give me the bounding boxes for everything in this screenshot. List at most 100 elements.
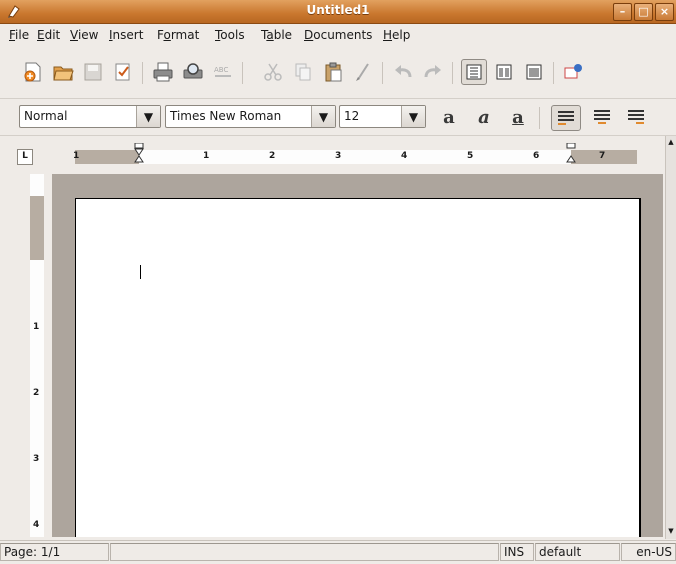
insert-mode[interactable]: INS bbox=[500, 543, 534, 561]
bold-button[interactable]: a bbox=[435, 105, 463, 129]
page-count: Page: 1/1 bbox=[0, 543, 109, 561]
font-size-value: 12 bbox=[344, 109, 360, 123]
toolbar-separator bbox=[539, 107, 540, 129]
top-margin-area bbox=[30, 196, 44, 260]
save-disk-icon bbox=[84, 63, 102, 81]
menu-view[interactable]: View bbox=[70, 28, 98, 42]
copy-button[interactable] bbox=[291, 60, 315, 84]
menu-bar: File Edit View Insert Format Tools Table… bbox=[0, 24, 676, 46]
three-columns-button[interactable] bbox=[522, 60, 546, 84]
insert-table-button[interactable] bbox=[561, 60, 585, 84]
ruler-number: 1 bbox=[203, 151, 210, 161]
menu-documents[interactable]: Documents bbox=[304, 28, 372, 42]
paragraph-style-value: Normal bbox=[24, 109, 68, 123]
status-bar: Page: 1/1 INS default en-US bbox=[0, 540, 676, 564]
input-mode: default bbox=[535, 543, 620, 561]
align-right-button[interactable] bbox=[622, 105, 650, 129]
scroll-up-icon[interactable]: ▲ bbox=[667, 138, 675, 146]
print-preview-button[interactable] bbox=[181, 60, 205, 84]
undo-button[interactable] bbox=[391, 60, 415, 84]
one-column-button[interactable] bbox=[461, 59, 487, 85]
minimize-button[interactable]: – bbox=[613, 3, 632, 21]
menu-help[interactable]: Help bbox=[383, 28, 410, 42]
toolbar-separator bbox=[142, 62, 143, 84]
status-message bbox=[110, 543, 499, 561]
spellcheck-icon: ABC bbox=[214, 66, 231, 77]
open-button[interactable] bbox=[51, 60, 75, 84]
scroll-down-icon[interactable]: ▼ bbox=[667, 527, 675, 535]
new-document-button[interactable] bbox=[21, 60, 45, 84]
left-indent-marker[interactable] bbox=[133, 143, 145, 167]
right-indent-marker[interactable] bbox=[565, 143, 577, 167]
menu-table[interactable]: Table bbox=[261, 28, 292, 42]
align-left-button[interactable] bbox=[551, 105, 581, 131]
bold-icon: a bbox=[443, 106, 455, 128]
toolbar-separator bbox=[382, 62, 383, 84]
italic-icon: a bbox=[478, 106, 490, 128]
vertical-scrollbar[interactable]: ▲ ▼ bbox=[665, 136, 676, 539]
font-name-combo[interactable]: Times New Roman ▼ bbox=[165, 105, 336, 128]
paste-button[interactable] bbox=[321, 60, 345, 84]
ruler-number: 1 bbox=[33, 322, 40, 332]
cut-button[interactable] bbox=[261, 60, 285, 84]
chevron-down-icon[interactable]: ▼ bbox=[401, 106, 425, 127]
svg-text:ABC: ABC bbox=[214, 66, 228, 74]
print-preview-icon bbox=[183, 63, 203, 79]
paragraph-style-combo[interactable]: Normal ▼ bbox=[19, 105, 161, 128]
ruler-number: 2 bbox=[269, 151, 276, 161]
ruler-number: 6 bbox=[533, 151, 540, 161]
ruler-number: 3 bbox=[33, 454, 40, 464]
ruler-number: 4 bbox=[33, 520, 40, 530]
save-button[interactable] bbox=[81, 60, 105, 84]
align-right-icon bbox=[628, 110, 644, 124]
format-painter-button[interactable] bbox=[351, 60, 375, 84]
close-button[interactable]: × bbox=[655, 3, 674, 21]
standard-toolbar: ABC bbox=[0, 48, 676, 99]
ruler-number: 2 bbox=[33, 388, 40, 398]
vertical-ruler[interactable]: 1 2 3 4 bbox=[30, 174, 44, 537]
open-folder-icon bbox=[53, 66, 74, 81]
tab-type-selector[interactable]: L bbox=[17, 149, 33, 165]
insert-table-icon bbox=[564, 64, 582, 79]
align-center-button[interactable] bbox=[588, 105, 616, 129]
three-columns-icon bbox=[526, 64, 542, 80]
title-bar[interactable]: Untitled1 – □ × bbox=[0, 0, 676, 24]
print-button[interactable] bbox=[151, 60, 175, 84]
menu-format[interactable]: Format bbox=[157, 28, 199, 42]
chevron-down-icon[interactable]: ▼ bbox=[136, 106, 160, 127]
printer-icon bbox=[153, 62, 173, 82]
horizontal-ruler[interactable]: 1 1 2 3 4 5 6 7 bbox=[73, 143, 637, 164]
menu-insert[interactable]: Insert bbox=[109, 28, 143, 42]
underline-button[interactable]: a bbox=[504, 105, 532, 129]
ruler-number: 1 bbox=[73, 151, 80, 161]
toolbar-separator bbox=[553, 62, 554, 84]
menu-file[interactable]: File bbox=[9, 28, 29, 42]
align-left-icon bbox=[558, 111, 574, 125]
ruler-row: L 1 1 2 3 4 5 6 7 bbox=[0, 136, 666, 173]
font-name-value: Times New Roman bbox=[170, 109, 282, 123]
maximize-button[interactable]: □ bbox=[634, 3, 653, 21]
two-columns-button[interactable] bbox=[492, 60, 516, 84]
document-page[interactable] bbox=[75, 198, 641, 537]
redo-button[interactable] bbox=[421, 60, 445, 84]
document-properties-icon bbox=[115, 63, 130, 81]
undo-arrow-icon bbox=[395, 65, 412, 78]
font-size-combo[interactable]: 12 ▼ bbox=[339, 105, 426, 128]
italic-button[interactable]: a bbox=[470, 105, 498, 129]
menu-edit[interactable]: Edit bbox=[37, 28, 60, 42]
two-columns-icon bbox=[496, 64, 512, 80]
redo-arrow-icon bbox=[424, 65, 441, 78]
ruler-number: 4 bbox=[401, 151, 408, 161]
chevron-down-icon[interactable]: ▼ bbox=[311, 106, 335, 127]
menu-tools[interactable]: Tools bbox=[215, 28, 245, 42]
ruler-number: 3 bbox=[335, 151, 342, 161]
new-document-icon bbox=[24, 62, 41, 82]
properties-button[interactable] bbox=[111, 60, 135, 84]
toolbar-separator bbox=[242, 62, 243, 84]
document-area[interactable] bbox=[52, 174, 663, 537]
spellcheck-button[interactable]: ABC bbox=[211, 60, 235, 84]
scissors-icon bbox=[264, 63, 282, 81]
format-painter-icon bbox=[356, 63, 369, 81]
underline-icon: a bbox=[512, 106, 524, 128]
copy-icon bbox=[295, 63, 311, 81]
